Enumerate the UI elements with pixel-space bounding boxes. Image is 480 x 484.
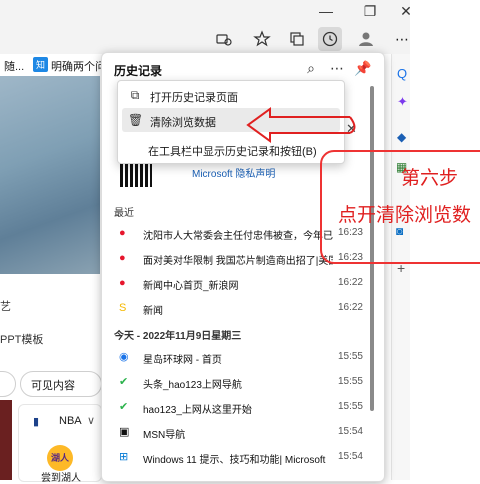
history-item-title: MSN导航 bbox=[143, 430, 186, 441]
history-icon bbox=[322, 31, 338, 47]
windows-icon: ⊞ bbox=[119, 451, 129, 463]
favorites-icon[interactable] bbox=[252, 29, 272, 49]
qr-code-icon bbox=[120, 163, 152, 187]
weibo-icon: ● bbox=[119, 277, 126, 289]
history-item-time: 15:55 bbox=[337, 376, 363, 387]
history-item-title: 沈阳市人大常委会主任付忠伟被查，今年已有 bbox=[143, 231, 333, 242]
page-text: 艺 bbox=[0, 301, 11, 313]
add-favorite-icon[interactable] bbox=[214, 29, 234, 49]
open-external-icon: ⧉ bbox=[130, 88, 140, 102]
history-item-time: 15:54 bbox=[337, 426, 363, 437]
flyout-title: 历史记录 bbox=[114, 64, 163, 78]
page-text: PPT模板 bbox=[0, 334, 44, 346]
lakers-logo-icon: 湖人 bbox=[47, 445, 73, 471]
s-icon: S bbox=[119, 302, 127, 314]
hero-image[interactable] bbox=[0, 76, 100, 274]
history-button[interactable] bbox=[318, 27, 342, 51]
globe-icon: ◉ bbox=[119, 351, 129, 363]
search-icon[interactable]: Q bbox=[397, 66, 407, 81]
visible-content-pill[interactable]: 可见内容 bbox=[20, 371, 102, 397]
history-item-title: hao123_上网从这里开始 bbox=[143, 405, 252, 416]
history-item[interactable]: ✔ 头条_hao123上网导航 15:55 bbox=[105, 370, 367, 394]
pin-icon[interactable]: 📌 bbox=[354, 59, 372, 77]
history-item[interactable]: ● 新闻中心首页_新浪网 16:22 bbox=[105, 271, 367, 295]
favorite-item[interactable]: 随... bbox=[4, 58, 24, 74]
history-item-title: Windows 11 提示、技巧和功能| Microsoft bbox=[143, 455, 326, 466]
today-heading: 今天 - 2022年11月9日星期三 bbox=[114, 331, 242, 342]
weibo-icon: ● bbox=[119, 227, 126, 239]
edge-sidebar: Q ✦ ◆ ▦ ◙ + bbox=[391, 54, 411, 480]
chevron-down-icon[interactable]: ∨ bbox=[87, 414, 95, 427]
search-icon[interactable]: ⌕ bbox=[302, 59, 320, 77]
history-item[interactable]: ⊞ Windows 11 提示、技巧和功能| Microsoft 15:54 bbox=[105, 445, 367, 469]
news-card[interactable] bbox=[0, 400, 12, 480]
favorite-item[interactable]: 明确两个问 bbox=[51, 58, 106, 74]
history-item-title: 新闻中心首页_新浪网 bbox=[143, 281, 239, 292]
annotation-instruction: 点开清除浏览数 bbox=[338, 205, 472, 226]
history-item-time: 16:22 bbox=[337, 277, 363, 288]
shopping-icon[interactable]: ◆ bbox=[397, 130, 406, 144]
pill-label: 可见内容 bbox=[31, 380, 75, 392]
history-item[interactable]: ✔ hao123_上网从这里开始 15:55 bbox=[105, 395, 367, 419]
history-item[interactable]: S 新闻 16:22 bbox=[105, 296, 367, 320]
history-item-title: 面对美对华限制 我国芯片制造商出招了|美国 bbox=[143, 256, 333, 267]
menu-item-label: 清除浏览数据 bbox=[150, 117, 216, 129]
collections-icon[interactable] bbox=[287, 29, 307, 49]
menu-item-label: 打开历史记录页面 bbox=[150, 92, 238, 104]
history-item-title: 星岛环球网 - 首页 bbox=[143, 355, 222, 366]
menu-item-open-history[interactable]: ⧉ 打开历史记录页面 bbox=[122, 83, 340, 107]
minimize-button[interactable]: — bbox=[316, 2, 336, 20]
nba-logo-icon: ▮ bbox=[33, 416, 40, 428]
history-item-title: 新闻 bbox=[143, 306, 163, 317]
history-item-time: 15:55 bbox=[337, 401, 363, 412]
more-options-icon[interactable]: ⋯ bbox=[392, 29, 412, 49]
history-item-title: 头条_hao123上网导航 bbox=[143, 380, 242, 391]
toolbar: ⋯ bbox=[0, 24, 410, 55]
restore-icon[interactable]: ❐ bbox=[360, 2, 380, 20]
title-bar: — ❐ ✕ bbox=[0, 0, 412, 24]
annotation-arrow bbox=[246, 107, 356, 143]
history-item[interactable]: ▣ MSN导航 15:54 bbox=[105, 420, 367, 444]
nba-card[interactable]: ▮ NBA ∨ 湖人 尝到湖人 bbox=[18, 404, 102, 484]
profile-icon[interactable] bbox=[356, 29, 376, 49]
recent-heading: 最近 bbox=[114, 208, 134, 219]
history-item-time: 16:22 bbox=[337, 302, 363, 313]
card-caption: 尝到湖人 bbox=[41, 473, 81, 484]
lakers-text: 湖人 bbox=[50, 453, 69, 463]
weibo-icon: ● bbox=[119, 252, 126, 264]
privacy-link[interactable]: Microsoft 隐私声明 bbox=[192, 165, 275, 180]
msn-icon: ▣ bbox=[119, 426, 130, 438]
nba-label: NBA bbox=[59, 415, 82, 427]
zhihu-badge-icon: 知 bbox=[33, 57, 49, 72]
trash-icon: 🗑 bbox=[128, 113, 144, 127]
more-icon[interactable]: ⋯ bbox=[328, 59, 346, 77]
history-item[interactable]: ◉ 星岛环球网 - 首页 15:55 bbox=[105, 345, 367, 369]
history-item-time: 15:55 bbox=[337, 351, 363, 362]
hao123-icon: ✔ bbox=[119, 401, 129, 413]
annotation-step: 第六步 bbox=[401, 168, 459, 189]
sparkle-icon[interactable]: ✦ bbox=[397, 94, 408, 110]
tag-pill[interactable] bbox=[0, 371, 16, 397]
history-item-time: 15:54 bbox=[337, 451, 363, 462]
hao123-icon: ✔ bbox=[119, 376, 129, 388]
